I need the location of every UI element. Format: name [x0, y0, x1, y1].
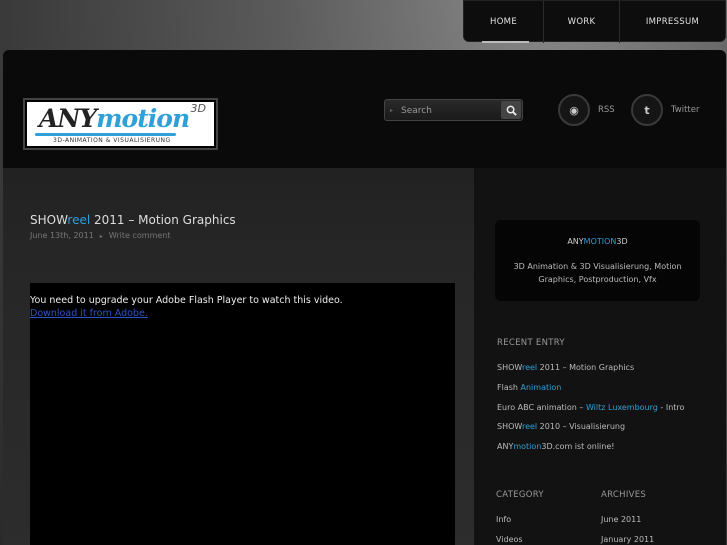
- nav-work[interactable]: WORK: [544, 1, 620, 43]
- twitter-icon: t: [631, 94, 663, 126]
- about-title: ANYMOTION3D: [567, 237, 628, 246]
- write-comment-link[interactable]: Write comment: [109, 231, 171, 240]
- nav-impressum[interactable]: IMPRESSUM: [620, 1, 725, 43]
- search-input[interactable]: [391, 103, 496, 118]
- site-logo[interactable]: ANYmotion 3D 3D-ANIMATION & VISUALISIERU…: [23, 98, 218, 150]
- about-description: 3D Animation & 3D Visualisierung, Motion…: [513, 262, 682, 284]
- archive-item[interactable]: January 2011: [601, 535, 654, 544]
- recent-entry-item[interactable]: SHOWreel 2010 – Visualisierung: [497, 422, 625, 431]
- meta-arrow-icon: ▸: [99, 233, 103, 240]
- archives-heading: ARCHIVES: [601, 490, 647, 500]
- about-box: ANYMOTION3D 3D Animation & 3D Visualisie…: [495, 220, 700, 301]
- recent-entry-item[interactable]: Euro ABC animation – Wiltz Luxembourg - …: [497, 403, 684, 412]
- flash-download-link[interactable]: Download it from Adobe.: [30, 308, 148, 319]
- recent-entry-item[interactable]: Flash Animation: [497, 383, 561, 392]
- rss-icon: ◉: [558, 94, 590, 126]
- logo-wordmark: ANYmotion: [39, 104, 190, 133]
- twitter-link[interactable]: t Twitter: [631, 94, 700, 126]
- post-meta: June 13th, 2011 ▸ Write comment: [30, 231, 170, 240]
- sidebar: ANYMOTION3D 3D Animation & 3D Visualisie…: [474, 168, 726, 545]
- rss-label: RSS: [598, 105, 615, 115]
- archive-item[interactable]: June 2011: [601, 515, 641, 524]
- category-item[interactable]: Info: [496, 515, 511, 524]
- logo-subtitle: 3D-ANIMATION & VISUALISIERUNG: [53, 137, 171, 144]
- main-container: ANYmotion 3D 3D-ANIMATION & VISUALISIERU…: [3, 50, 726, 545]
- post-date: June 13th, 2011: [30, 231, 94, 240]
- flash-message: You need to upgrade your Adobe Flash Pla…: [30, 295, 343, 306]
- search-icon: [506, 105, 517, 116]
- logo-swoosh: [35, 133, 176, 136]
- nav-home[interactable]: HOME: [464, 1, 544, 43]
- category-heading: CATEGORY: [496, 490, 544, 500]
- twitter-label: Twitter: [671, 105, 700, 115]
- top-navigation: HOME WORK IMPRESSUM: [463, 0, 726, 43]
- category-item[interactable]: Videos: [496, 535, 523, 544]
- logo-3d-suffix: 3D: [190, 102, 206, 115]
- search-button[interactable]: [501, 101, 521, 119]
- rss-link[interactable]: ◉ RSS: [558, 94, 615, 126]
- recent-entry-heading: RECENT ENTRY: [497, 338, 565, 348]
- video-player[interactable]: You need to upgrade your Adobe Flash Pla…: [30, 283, 455, 545]
- site-header: ANYmotion 3D 3D-ANIMATION & VISUALISIERU…: [3, 50, 726, 168]
- recent-entry-item[interactable]: SHOWreel 2011 – Motion Graphics: [497, 363, 634, 372]
- post-title[interactable]: SHOWreel 2011 – Motion Graphics: [30, 213, 236, 227]
- recent-entry-item[interactable]: ANYmotion3D.com ist online!: [497, 442, 614, 451]
- search-box: ▸: [384, 99, 523, 121]
